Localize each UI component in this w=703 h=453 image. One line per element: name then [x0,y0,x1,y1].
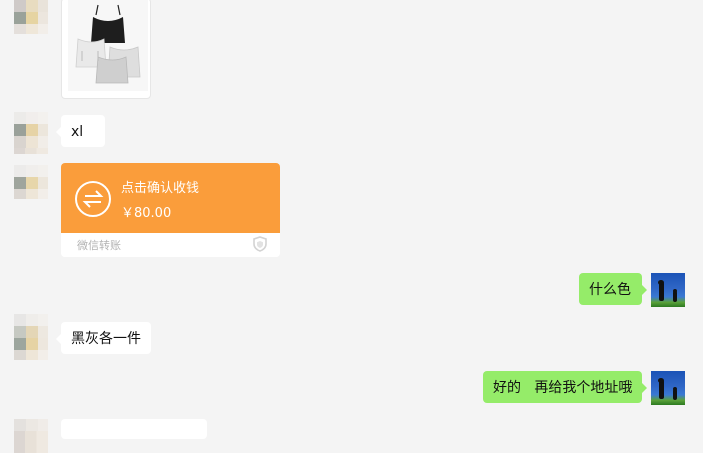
message-text: 黑灰各一件 [71,331,141,347]
shield-icon [252,236,268,252]
transfer-arrows-icon [75,181,111,217]
transfer-footer-label: 微信转账 [77,239,121,252]
message-text: 好的 再给我个地址哦 [493,380,633,396]
transfer-amount: ￥80.00 [121,206,172,221]
contact-avatar[interactable] [14,314,48,360]
message-bubble-partial[interactable] [61,419,207,439]
self-avatar[interactable] [651,371,685,405]
message-bubble-xl[interactable]: xl [56,115,105,147]
transfer-title: 点击确认收钱 [121,181,200,196]
self-avatar[interactable] [651,273,685,307]
contact-avatar[interactable] [14,419,48,453]
message-bubble-what-color[interactable]: 什么色 [579,273,647,305]
message-text: xl [71,124,84,140]
contact-avatar[interactable] [14,0,48,34]
product-image [68,0,148,91]
message-bubble-black-gray[interactable]: 黑灰各一件 [56,322,151,354]
product-image-message[interactable] [61,0,151,99]
contact-avatar[interactable] [14,165,48,199]
wechat-transfer-card[interactable]: 点击确认收钱 ￥80.00 微信转账 [61,163,280,257]
contact-avatar[interactable] [14,112,48,154]
message-bubble-ask-address[interactable]: 好的 再给我个地址哦 [483,371,647,403]
message-text: 什么色 [589,282,631,298]
